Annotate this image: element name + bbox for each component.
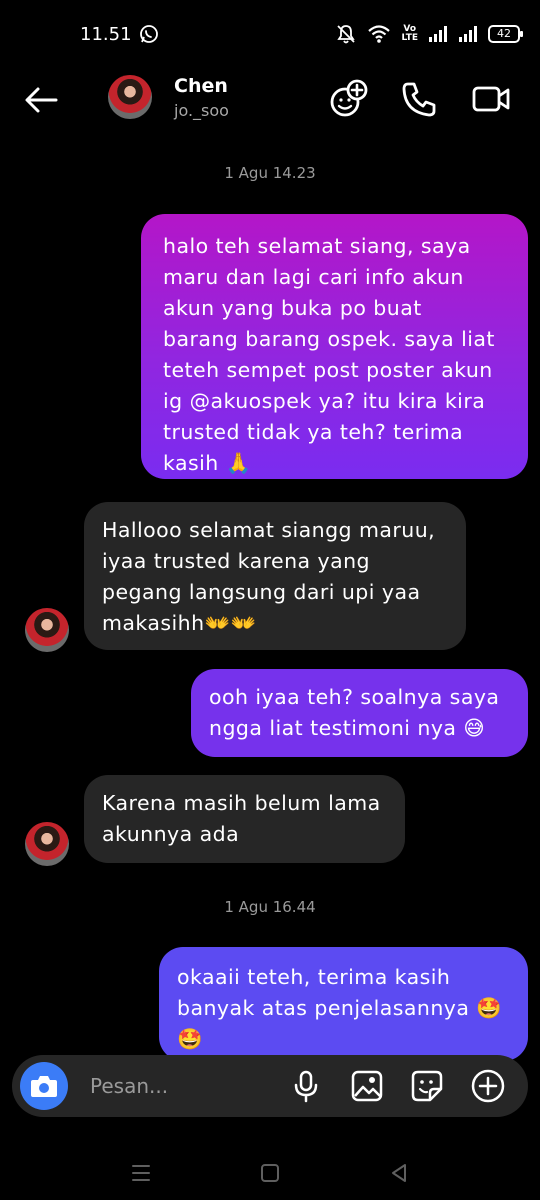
status-time: 11.51 bbox=[80, 24, 132, 45]
volte-bottom: LTE bbox=[401, 33, 418, 43]
timestamp: 1 Agu 16.44 bbox=[224, 898, 316, 916]
avatar[interactable] bbox=[25, 822, 69, 866]
avatar[interactable] bbox=[25, 608, 69, 652]
sent-message[interactable]: ooh iyaa teh? soalnya saya ngga liat tes… bbox=[191, 669, 528, 757]
timestamp: 1 Agu 14.23 bbox=[224, 164, 316, 182]
sent-message[interactable]: halo teh selamat siang, saya maru dan la… bbox=[141, 214, 528, 479]
message-input[interactable] bbox=[90, 1069, 280, 1103]
avatar[interactable] bbox=[108, 75, 152, 119]
gallery-icon[interactable] bbox=[349, 1068, 385, 1104]
sent-message[interactable]: okaaii teteh, terima kasih banyak atas p… bbox=[159, 947, 528, 1061]
status-icons: Vo LTE 42 bbox=[335, 22, 523, 46]
add-icon[interactable] bbox=[470, 1068, 506, 1104]
phone-icon[interactable] bbox=[398, 78, 440, 120]
whatsapp-icon bbox=[140, 25, 158, 43]
chat-header: Chen jo._soo bbox=[0, 68, 540, 132]
microphone-icon[interactable] bbox=[288, 1068, 324, 1104]
contact-username[interactable]: jo._soo bbox=[174, 101, 229, 120]
mute-icon bbox=[337, 25, 356, 44]
camera-icon bbox=[31, 1076, 57, 1097]
status-bar: 11.51 Vo LTE 42 bbox=[0, 0, 540, 68]
contact-name[interactable]: Chen bbox=[174, 75, 228, 97]
back-icon[interactable] bbox=[384, 1158, 414, 1188]
signal-icon bbox=[429, 26, 447, 42]
battery-icon: 42 bbox=[488, 25, 523, 43]
sticker-icon[interactable] bbox=[409, 1068, 445, 1104]
signal-icon bbox=[459, 26, 477, 42]
recents-icon[interactable] bbox=[126, 1158, 156, 1188]
add-effect-icon[interactable] bbox=[328, 78, 370, 120]
received-message[interactable]: Karena masih belum lama akunnya ada bbox=[84, 775, 405, 863]
received-message[interactable]: Hallooo selamat siangg maruu, iyaa trust… bbox=[84, 502, 466, 650]
system-nav-bar bbox=[0, 1148, 540, 1200]
message-composer bbox=[12, 1055, 528, 1117]
camera-button[interactable] bbox=[20, 1062, 68, 1110]
home-icon[interactable] bbox=[255, 1158, 285, 1188]
video-icon[interactable] bbox=[470, 78, 512, 120]
back-arrow-icon[interactable] bbox=[22, 80, 62, 120]
volte-icon: Vo LTE bbox=[401, 25, 418, 43]
wifi-icon bbox=[368, 25, 391, 43]
